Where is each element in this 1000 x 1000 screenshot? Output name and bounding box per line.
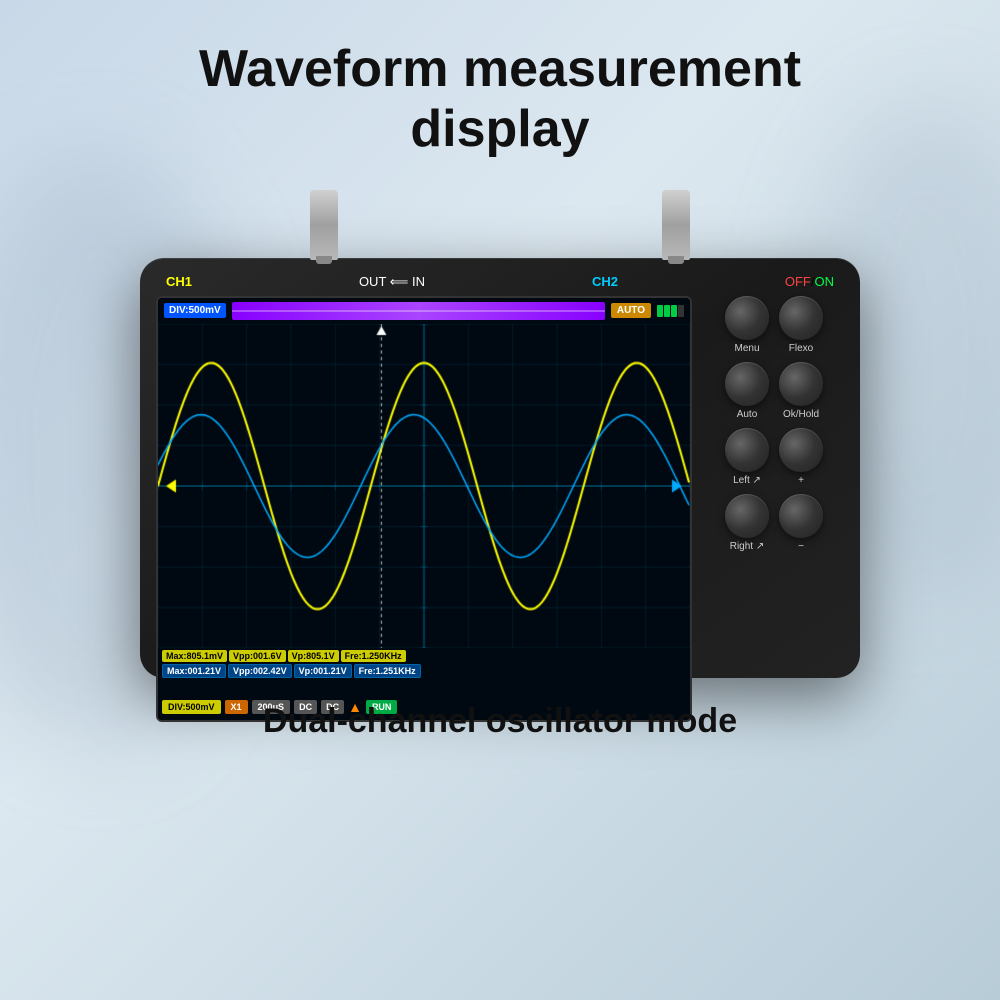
plus-label: + [798, 475, 804, 486]
left-label: Left ↗ [733, 475, 761, 486]
measurements-panel: Max:805.1mV Vpp:001.6V Vp:805.1V Fre:1.2… [158, 648, 690, 694]
battery-indicator [657, 305, 684, 317]
minus-knob-group: − [779, 494, 823, 552]
left-knob[interactable] [725, 428, 769, 472]
bat-bar-3 [671, 305, 677, 317]
right-knob[interactable] [725, 494, 769, 538]
flexo-knob-group: Flexo [779, 296, 823, 354]
meas-row-1: Max:805.1mV Vpp:001.6V Vp:805.1V Fre:1.2… [162, 650, 686, 662]
bat-bar-2 [664, 305, 670, 317]
flexo-knob[interactable] [779, 296, 823, 340]
probe-left [310, 190, 338, 260]
screen-inner: DIV:500mV AUTO [158, 298, 690, 720]
btn-row-1: Menu Flexo [704, 296, 844, 354]
btn-row-3: Left ↗ + [704, 428, 844, 486]
auto-label: Auto [737, 409, 758, 420]
right-label: Right ↗ [730, 541, 765, 552]
controls-panel: Menu Flexo Auto Ok/Hold [704, 296, 844, 722]
meas-fre-1: Fre:1.250KHz [341, 650, 406, 662]
off-on-label: OFF/ON [785, 274, 834, 289]
meas-vp-1: Vp:805.1V [288, 650, 339, 662]
okhold-label: Ok/Hold [783, 409, 819, 420]
meas-max-2: Max:001.21V [162, 664, 226, 678]
probes [250, 190, 750, 260]
meas-row-2: Max:001.21V Vpp:002.42V Vp:001.21V Fre:1… [162, 664, 686, 678]
ch1-label: CH1 [166, 274, 192, 289]
minus-knob[interactable] [779, 494, 823, 538]
btn-row-2: Auto Ok/Hold [704, 362, 844, 420]
device-main: DIV:500mV AUTO [156, 296, 844, 722]
bat-bar-4 [678, 305, 684, 317]
menu-label: Menu [734, 343, 759, 354]
auto-knob-group: Auto [725, 362, 769, 420]
okhold-knob-group: Ok/Hold [779, 362, 823, 420]
waveform-canvas [158, 324, 690, 648]
plus-knob[interactable] [779, 428, 823, 472]
menu-knob[interactable] [725, 296, 769, 340]
menu-knob-group: Menu [725, 296, 769, 354]
btn-row-4: Right ↗ − [704, 494, 844, 552]
waveform-display [158, 324, 690, 648]
meas-vpp-2: Vpp:002.42V [228, 664, 292, 678]
ctrl-x1: X1 [225, 700, 248, 714]
minus-label: − [798, 541, 804, 552]
oscilloscope-device: CH1 OUT ⟸ IN CH2 OFF/ON DIV:500mV AUTO [140, 258, 860, 678]
bat-bar-1 [657, 305, 663, 317]
bottom-subtitle: Dual-channel oscillator mode [263, 702, 737, 741]
auto-badge: AUTO [611, 303, 651, 318]
auto-knob[interactable] [725, 362, 769, 406]
div-label: DIV:500mV [164, 303, 226, 318]
ch2-label: CH2 [592, 274, 618, 289]
right-knob-group: Right ↗ [725, 494, 769, 552]
meas-vp-2: Vp:001.21V [294, 664, 352, 678]
meas-fre-2: Fre:1.251KHz [354, 664, 421, 678]
top-labels: CH1 OUT ⟸ IN CH2 OFF/ON [156, 274, 844, 290]
oscilloscope-screen: DIV:500mV AUTO [156, 296, 692, 722]
flexo-label: Flexo [789, 343, 813, 354]
okhold-knob[interactable] [779, 362, 823, 406]
probe-right [662, 190, 690, 260]
plus-knob-group: + [779, 428, 823, 486]
meas-max-1: Max:805.1mV [162, 650, 227, 662]
meas-vpp-1: Vpp:001.6V [229, 650, 286, 662]
page-title: Waveform measurement display [199, 40, 801, 160]
device-container: CH1 OUT ⟸ IN CH2 OFF/ON DIV:500mV AUTO [140, 190, 860, 678]
ctrl-div: DIV:500mV [162, 700, 221, 714]
waveform-thumbnail [232, 302, 605, 320]
out-in-label: OUT ⟸ IN [359, 274, 425, 290]
screen-header: DIV:500mV AUTO [158, 298, 690, 324]
left-knob-group: Left ↗ [725, 428, 769, 486]
